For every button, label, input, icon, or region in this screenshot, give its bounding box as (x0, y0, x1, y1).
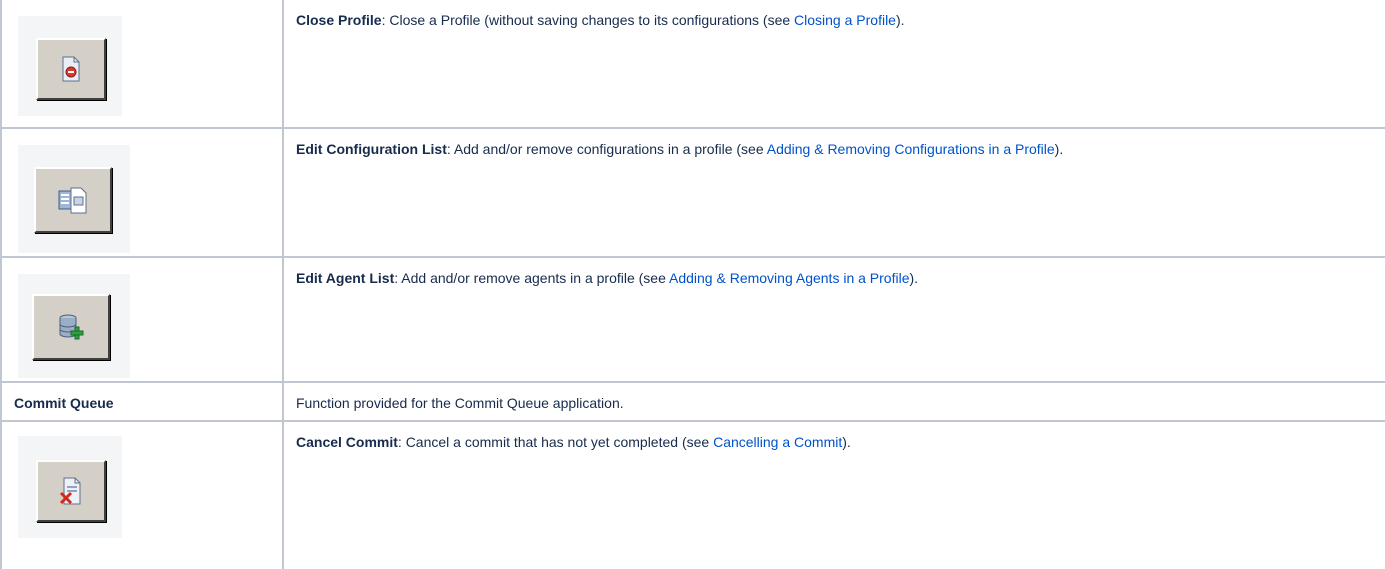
function-description: : Add and/or remove agents in a profile … (394, 270, 669, 286)
section-description-cell: Function provided for the Commit Queue a… (282, 381, 1385, 422)
function-description: : Add and/or remove configurations in a … (446, 141, 767, 157)
closing-a-profile-link[interactable]: Closing a Profile (794, 12, 896, 28)
section-label-cell: Commit Queue (0, 381, 284, 422)
table-row: Edit Configuration List: Add and/or remo… (0, 127, 1385, 258)
cancelling-a-commit-link[interactable]: Cancelling a Commit (713, 434, 842, 450)
edit-configuration-list-icon (58, 187, 87, 214)
edit-configuration-list-button (34, 167, 112, 233)
section-label: Commit Queue (14, 395, 114, 411)
section-description: Function provided for the Commit Queue a… (296, 395, 624, 411)
function-title: Close Profile (296, 12, 382, 28)
edit-agent-list-button (32, 294, 110, 360)
adding-removing-configurations-link[interactable]: Adding & Removing Configurations in a Pr… (767, 141, 1055, 157)
adding-removing-agents-link[interactable]: Adding & Removing Agents in a Profile (669, 270, 909, 286)
icon-cell (0, 256, 284, 383)
icon-cell (0, 420, 284, 569)
icon-cell (0, 127, 284, 258)
function-title: Edit Configuration List (296, 141, 447, 157)
close-profile-button (36, 38, 106, 100)
table-row: Close Profile: Close a Profile (without … (0, 0, 1385, 129)
table-row: Edit Agent List: Add and/or remove agent… (0, 256, 1385, 383)
cancel-commit-button (36, 460, 106, 522)
close-profile-icon (62, 56, 80, 82)
table-row: Cancel Commit: Cancel a commit that has … (0, 420, 1385, 569)
edit-agent-list-icon (59, 314, 84, 340)
icon-cell (0, 0, 284, 129)
description-cell: Cancel Commit: Cancel a commit that has … (282, 420, 1385, 569)
table-row: Commit Queue Function provided for the C… (0, 381, 1385, 422)
description-cell: Edit Configuration List: Add and/or remo… (282, 127, 1385, 258)
toolbar-functions-table: Close Profile: Close a Profile (without … (0, 0, 1385, 569)
function-title: Cancel Commit (296, 434, 398, 450)
function-description: : Close a Profile (without saving change… (381, 12, 795, 28)
description-cell: Edit Agent List: Add and/or remove agent… (282, 256, 1385, 383)
cancel-commit-icon (59, 477, 81, 505)
description-cell: Close Profile: Close a Profile (without … (282, 0, 1385, 129)
function-title: Edit Agent List (296, 270, 395, 286)
function-description: : Cancel a commit that has not yet compl… (397, 434, 714, 450)
